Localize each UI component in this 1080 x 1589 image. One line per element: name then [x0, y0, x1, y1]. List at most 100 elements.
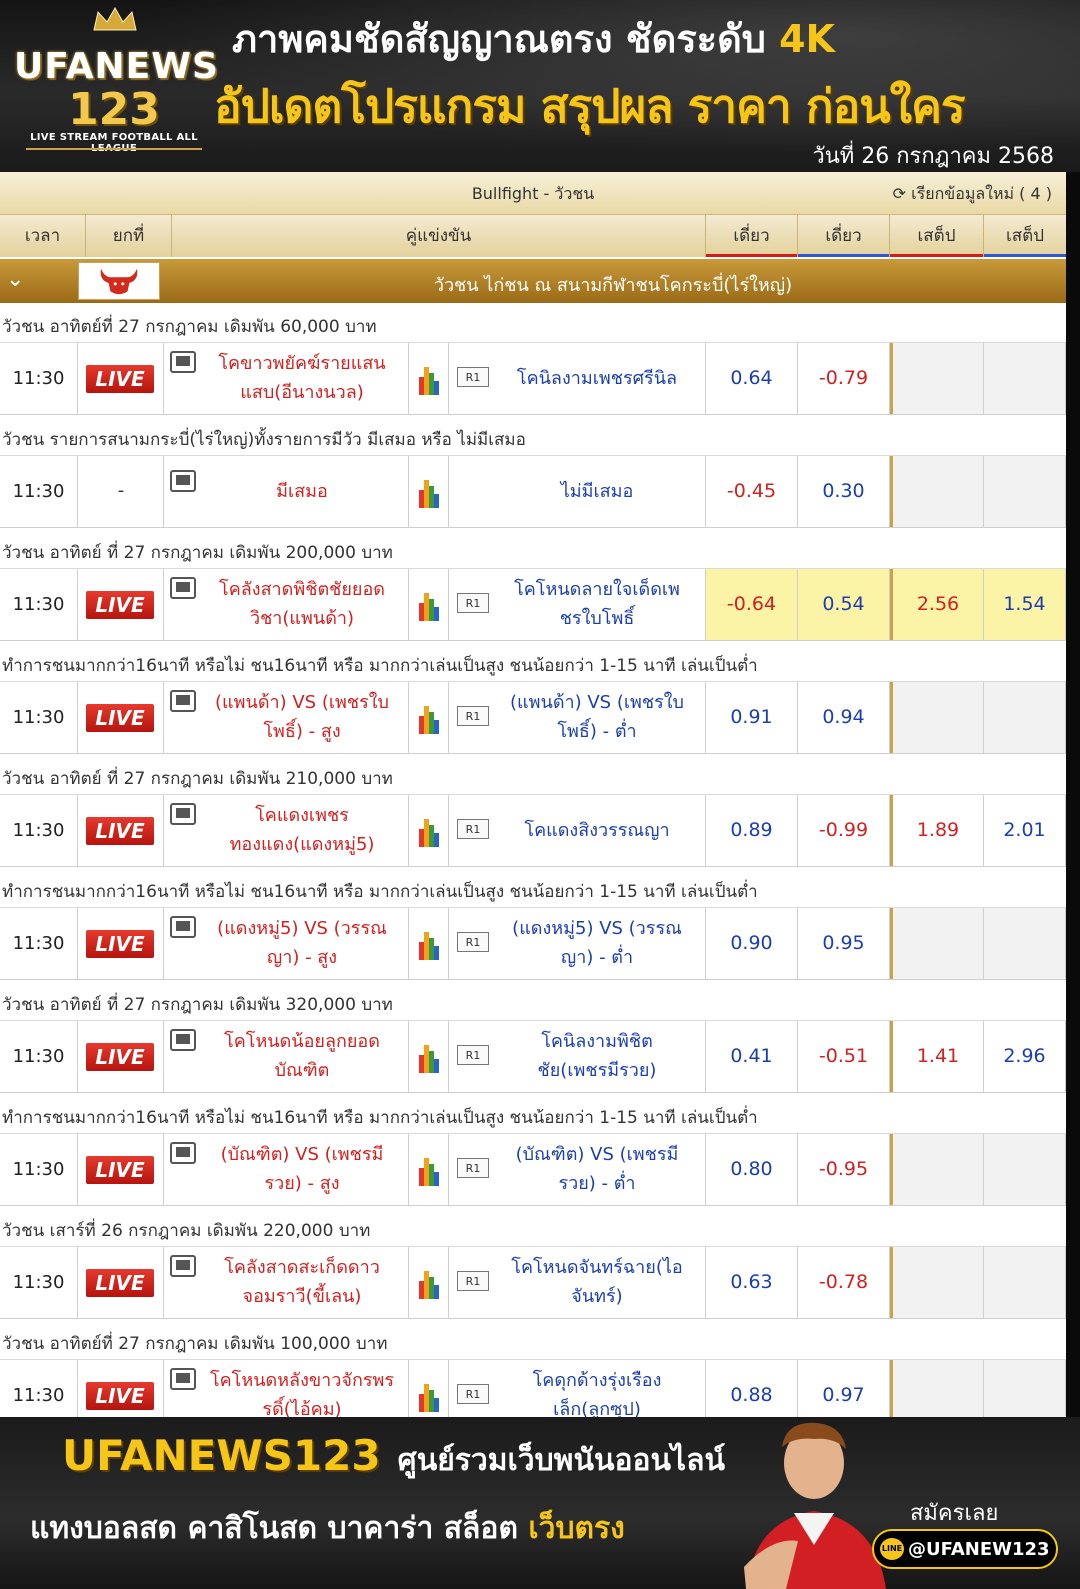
odds-cell-2[interactable]: -0.78: [798, 1247, 890, 1318]
stats-cell[interactable]: [409, 682, 449, 753]
stats-cell[interactable]: [409, 456, 449, 527]
stats-chart-icon[interactable]: [419, 591, 441, 621]
live-badge[interactable]: LIVE: [86, 704, 154, 732]
away-team-cell[interactable]: R1 โคแดงสิงวรรณญา: [449, 795, 706, 866]
home-team-cell[interactable]: มีเสมอ: [164, 456, 409, 527]
tv-icon[interactable]: [170, 1029, 196, 1051]
home-team-cell[interactable]: โคลังสาดพิชิตชัยยอด วิชา(แพนด้า): [164, 569, 409, 640]
home-team-cell[interactable]: โคขาวพยัคฆ์รายแสน แสบ(อีนางนวล): [164, 343, 409, 414]
home-team-cell[interactable]: (บัณฑิต) VS (เพชรมี รวย) - สูง: [164, 1134, 409, 1205]
venue-bar[interactable]: ⌄ วัวชน ไก่ชน ณ สนามกีฬาชนโคกระบี่(ไร่ให…: [0, 259, 1066, 303]
tv-icon[interactable]: [170, 1142, 196, 1164]
odds-cell-1[interactable]: 0.91: [706, 682, 798, 753]
stats-cell[interactable]: [409, 795, 449, 866]
odds-cell-1[interactable]: 0.41: [706, 1021, 798, 1092]
stats-cell[interactable]: [409, 1021, 449, 1092]
refresh-button[interactable]: ⟳ เรียกข้อมูลใหม่ ( 4 ): [893, 182, 1052, 207]
tv-icon[interactable]: [170, 470, 196, 492]
stats-chart-icon[interactable]: [419, 1269, 441, 1299]
odds-cell-2[interactable]: 0.54: [798, 569, 890, 640]
live-badge[interactable]: LIVE: [86, 365, 154, 393]
live-badge[interactable]: LIVE: [86, 1156, 154, 1184]
live-badge[interactable]: LIVE: [86, 591, 154, 619]
stats-chart-icon[interactable]: [419, 1156, 441, 1186]
home-team-cell[interactable]: โคแดงเพชร ทองแดง(แดงหมู่5): [164, 795, 409, 866]
odds-cell-2[interactable]: 0.95: [798, 908, 890, 979]
section-header: วัวชน เสาร์ที่ 26 กรกฎาคม เดิมพัน 220,00…: [0, 1207, 1066, 1247]
stats-chart-icon[interactable]: [419, 1382, 441, 1412]
stats-cell[interactable]: [409, 569, 449, 640]
match-time: 11:30: [0, 456, 78, 527]
odds-cell-4: [984, 1134, 1066, 1205]
tv-icon[interactable]: [170, 1255, 196, 1277]
logo-number: 123: [68, 84, 160, 135]
away-team-cell[interactable]: R1 โคโหนดลายใจเด็ดเพ ชรใบโพธิ์: [449, 569, 706, 640]
away-team-cell[interactable]: R1 โคนิลงามเพชรศรีนิล: [449, 343, 706, 414]
odds-cell-1[interactable]: 0.63: [706, 1247, 798, 1318]
odds-cell-3[interactable]: 1.89: [890, 795, 984, 866]
home-team-cell[interactable]: โคลังสาดสะเก็ดดาว จอมราวี(ขี้เลน): [164, 1247, 409, 1318]
home-team-cell[interactable]: โคโหนดน้อยลูกยอด บัณฑิต: [164, 1021, 409, 1092]
tv-icon[interactable]: [170, 577, 196, 599]
home-team-cell[interactable]: (แดงหมู่5) VS (วรรณ ญา) - สูง: [164, 908, 409, 979]
odds-cell-2[interactable]: -0.99: [798, 795, 890, 866]
section-label: วัวชน อาทิตย์ที่ 27 กรกฎาคม เดิมพัน 100,…: [2, 1334, 388, 1354]
odds-cell-4[interactable]: 2.01: [984, 795, 1066, 866]
away-team-cell[interactable]: ไม่มีเสมอ: [449, 456, 706, 527]
line-id-button[interactable]: LINE @UFANEW123: [872, 1529, 1058, 1569]
live-badge[interactable]: LIVE: [86, 1382, 154, 1410]
stats-chart-icon[interactable]: [419, 817, 441, 847]
odds-cell-1[interactable]: -0.64: [706, 569, 798, 640]
odds-cell-3: [890, 682, 984, 753]
site-logo[interactable]: UFANEWS 123 LIVE STREAM FOOTBALL ALL LEA…: [14, 4, 218, 169]
odds-cell-4: [984, 908, 1066, 979]
live-badge[interactable]: LIVE: [86, 1043, 154, 1071]
tv-icon[interactable]: [170, 351, 196, 373]
away-team-name: (แดงหมู่5) VS (วรรณ ญา) - ต่ำ: [512, 918, 682, 968]
tv-icon[interactable]: [170, 803, 196, 825]
chevron-down-icon[interactable]: ⌄: [6, 267, 24, 292]
odds-cell-2[interactable]: 0.94: [798, 682, 890, 753]
odds-cell-2[interactable]: -0.51: [798, 1021, 890, 1092]
stats-chart-icon[interactable]: [419, 365, 441, 395]
section-header: วัวชน อาทิตย์ ที่ 27 กรกฎาคม เดิมพัน 210…: [0, 755, 1066, 795]
stats-chart-icon[interactable]: [419, 1043, 441, 1073]
tv-icon[interactable]: [170, 690, 196, 712]
away-team-cell[interactable]: R1 โคนิลงามพิชิต ชัย(เพชรมีรวย): [449, 1021, 706, 1092]
odds-cell-1[interactable]: 0.89: [706, 795, 798, 866]
page-scroll-rail[interactable]: [1066, 172, 1080, 1417]
stats-chart-icon[interactable]: [419, 930, 441, 960]
tv-icon[interactable]: [170, 916, 196, 938]
odds-cell-2[interactable]: 0.30: [798, 456, 890, 527]
live-badge[interactable]: LIVE: [86, 817, 154, 845]
section-label: วัวชน รายการสนามกระบี่(ไร่ใหญ่)ทั้งรายกา…: [2, 430, 526, 450]
home-team-cell[interactable]: (แพนด้า) VS (เพชรใบ โพธิ์) - สูง: [164, 682, 409, 753]
live-badge[interactable]: LIVE: [86, 1269, 154, 1297]
odds-cell-1[interactable]: 0.90: [706, 908, 798, 979]
stats-chart-icon[interactable]: [419, 478, 441, 508]
away-team-cell[interactable]: R1 (แพนด้า) VS (เพชรใบ โพธิ์) - ต่ำ: [449, 682, 706, 753]
stats-cell[interactable]: [409, 1134, 449, 1205]
odds-cell-3[interactable]: 2.56: [890, 569, 984, 640]
away-team-cell[interactable]: R1 (แดงหมู่5) VS (วรรณ ญา) - ต่ำ: [449, 908, 706, 979]
odds-cell-3[interactable]: 1.41: [890, 1021, 984, 1092]
register-cta[interactable]: สมัครเลย: [910, 1495, 998, 1530]
odds-cell-2[interactable]: -0.79: [798, 343, 890, 414]
odds-cell-4[interactable]: 1.54: [984, 569, 1066, 640]
round-tag: R1: [457, 819, 489, 839]
odds-cell-4[interactable]: 2.96: [984, 1021, 1066, 1092]
round-tag: R1: [457, 1158, 489, 1178]
away-team-cell[interactable]: R1 โคโหนดจันทร์ฉาย(ไอ จันทร์): [449, 1247, 706, 1318]
stats-cell[interactable]: [409, 908, 449, 979]
stats-cell[interactable]: [409, 1247, 449, 1318]
stats-cell[interactable]: [409, 343, 449, 414]
away-team-cell[interactable]: R1 (บัณฑิต) VS (เพชรมี รวย) - ต่ำ: [449, 1134, 706, 1205]
odds-cell-1[interactable]: 0.64: [706, 343, 798, 414]
odds-cell-2[interactable]: -0.95: [798, 1134, 890, 1205]
odds-cell-1[interactable]: 0.80: [706, 1134, 798, 1205]
odds-cell-1[interactable]: -0.45: [706, 456, 798, 527]
live-badge[interactable]: LIVE: [86, 930, 154, 958]
match-row: 11:30 LIVE (แพนด้า) VS (เพชรใบ โพธิ์) - สู…: [0, 682, 1066, 754]
stats-chart-icon[interactable]: [419, 704, 441, 734]
tv-icon[interactable]: [170, 1368, 196, 1390]
